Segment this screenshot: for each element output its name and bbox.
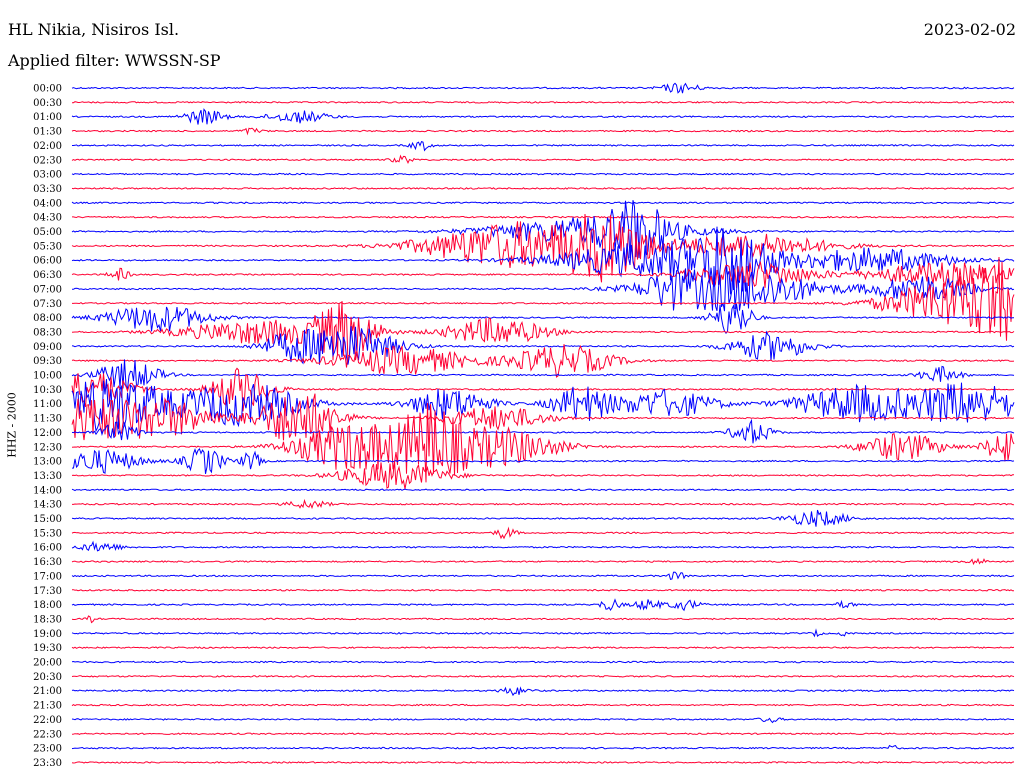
trace-row-1800 xyxy=(71,598,1015,612)
trace-row-0400 xyxy=(71,201,1015,205)
row-time-label: 02:30 xyxy=(33,155,62,166)
trace-row-0530 xyxy=(71,213,1015,283)
row-time-label: 17:00 xyxy=(33,571,62,582)
trace-row-1600 xyxy=(71,540,1015,552)
row-time-label: 16:00 xyxy=(33,543,62,554)
trace-row-2230 xyxy=(71,732,1015,736)
row-time-label: 00:00 xyxy=(33,84,62,95)
row-time-label: 16:30 xyxy=(33,557,62,568)
trace-row-0200 xyxy=(72,140,1015,152)
trace-row-0000 xyxy=(71,82,1015,94)
trace-row-0130 xyxy=(71,127,1015,136)
row-time-label: 15:00 xyxy=(33,514,62,525)
row-time-label: 08:30 xyxy=(33,327,62,338)
row-time-label: 15:30 xyxy=(33,528,62,539)
row-time-label: 13:00 xyxy=(33,457,62,468)
row-time-label: 23:00 xyxy=(33,744,62,755)
trace-row-0800 xyxy=(71,303,1014,335)
row-time-label: 07:30 xyxy=(33,299,62,310)
row-time-label: 03:30 xyxy=(33,184,62,195)
trace-row-1630 xyxy=(71,557,1015,566)
row-time-label: 12:00 xyxy=(33,428,62,439)
trace-row-1930 xyxy=(71,646,1015,649)
row-time-label: 00:30 xyxy=(33,98,62,109)
row-time-label: 17:30 xyxy=(33,586,62,597)
trace-row-1200 xyxy=(71,418,1015,444)
row-time-label: 20:30 xyxy=(33,672,62,683)
trace-row-1230 xyxy=(71,402,1015,483)
row-time-label: 22:00 xyxy=(33,715,62,726)
trace-row-1700 xyxy=(71,571,1015,581)
trace-row-1430 xyxy=(72,498,1015,510)
row-time-label: 22:30 xyxy=(33,729,62,740)
row-time-label: 09:00 xyxy=(33,342,62,353)
row-time-label: 05:00 xyxy=(33,227,62,238)
trace-row-0330 xyxy=(71,187,1015,190)
trace-row-2300 xyxy=(71,744,1015,750)
helicorder-plot: 00:00 00:30 01:00 01:30 02:00 02:30 03:00 03:30… xyxy=(33,82,1015,769)
row-time-label: 03:00 xyxy=(33,170,62,181)
row-time-label: 08:00 xyxy=(33,313,62,324)
trace-row-1730 xyxy=(71,588,1014,592)
trace-row-1500 xyxy=(71,509,1015,527)
row-time-label: 21:00 xyxy=(33,686,62,697)
trace-row-1330 xyxy=(71,460,1014,489)
row-time-label: 07:00 xyxy=(33,284,62,295)
trace-row-2100 xyxy=(71,686,1015,697)
row-time-label: 14:00 xyxy=(33,485,62,496)
row-time-label: 06:30 xyxy=(33,270,62,281)
row-time-label: 19:30 xyxy=(33,643,62,654)
trace-row-0430 xyxy=(72,215,1015,219)
row-time-label: 18:30 xyxy=(33,614,62,625)
row-time-label: 06:00 xyxy=(33,256,62,267)
row-time-label: 18:00 xyxy=(33,600,62,611)
row-time-label: 21:30 xyxy=(33,701,62,712)
trace-row-0500 xyxy=(71,200,1015,259)
row-time-label: 11:30 xyxy=(33,414,62,425)
row-time-label: 12:30 xyxy=(33,442,62,453)
trace-row-1830 xyxy=(71,615,1015,624)
row-time-label: 10:00 xyxy=(33,371,62,382)
row-time-label: 14:30 xyxy=(33,500,62,511)
row-time-label: 11:00 xyxy=(33,399,62,410)
trace-row-0730 xyxy=(72,256,1015,341)
row-time-label: 09:30 xyxy=(33,356,62,367)
row-time-label: 04:00 xyxy=(33,198,62,209)
trace-row-2030 xyxy=(71,675,1015,678)
trace-row-0030 xyxy=(72,101,1015,104)
row-time-label: 23:30 xyxy=(33,758,62,769)
trace-row-1400 xyxy=(71,488,1014,492)
row-time-label: 04:30 xyxy=(33,213,62,224)
row-time-label: 19:00 xyxy=(33,629,62,640)
trace-row-1530 xyxy=(71,526,1015,540)
trace-row-2130 xyxy=(71,703,1015,707)
row-time-label: 10:30 xyxy=(33,385,62,396)
row-time-label: 02:00 xyxy=(33,141,62,152)
trace-row-2330 xyxy=(71,761,1015,764)
row-time-label: 01:30 xyxy=(33,127,62,138)
trace-row-2000 xyxy=(71,660,1015,664)
row-time-label: 13:30 xyxy=(33,471,62,482)
row-time-label: 01:00 xyxy=(33,112,62,123)
trace-row-0300 xyxy=(71,172,1015,176)
trace-row-2200 xyxy=(71,717,1015,724)
trace-row-0630 xyxy=(71,260,1015,289)
trace-row-1900 xyxy=(71,628,1015,638)
trace-row-0230 xyxy=(71,154,1015,164)
trace-row-0930 xyxy=(71,344,1015,378)
row-time-label: 05:30 xyxy=(33,241,62,252)
row-time-label: 20:00 xyxy=(33,658,62,669)
trace-row-0100 xyxy=(71,108,1015,125)
